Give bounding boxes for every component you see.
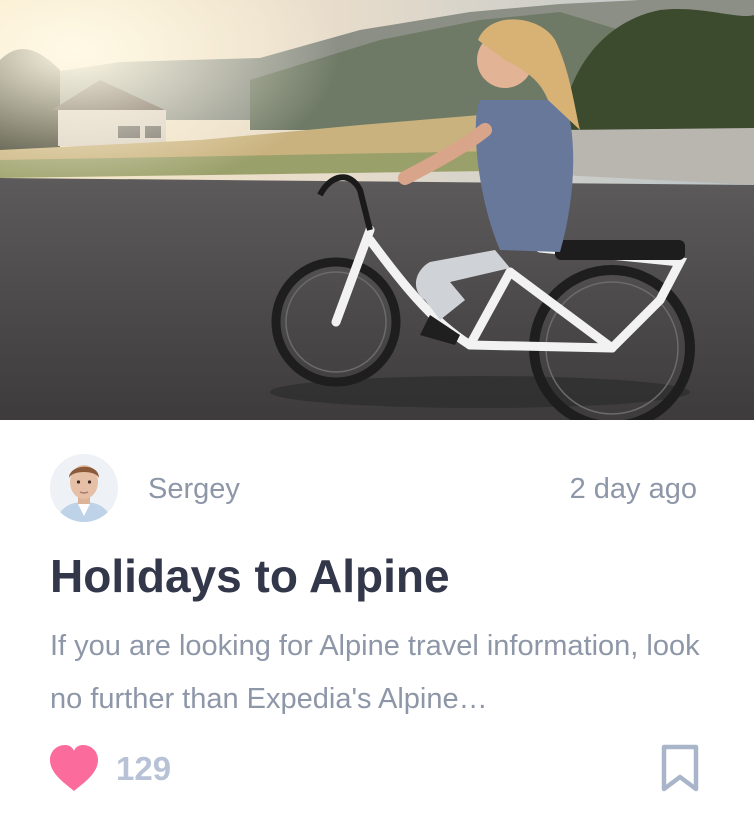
bookmark-icon	[661, 744, 699, 792]
post-card[interactable]: Sergey 2 day ago Holidays to Alpine If y…	[0, 0, 754, 824]
post-excerpt: If you are looking for Alpine travel inf…	[50, 630, 700, 715]
author-name[interactable]: Sergey	[148, 470, 240, 508]
bookmark-button[interactable]	[660, 744, 700, 792]
post-timestamp: 2 day ago	[569, 473, 697, 505]
post-hero-image[interactable]	[0, 0, 754, 420]
author-avatar[interactable]	[50, 454, 118, 522]
heart-icon	[50, 745, 98, 791]
post-title[interactable]: Holidays to Alpine	[50, 548, 450, 604]
like-count: 129	[116, 750, 172, 787]
like-button[interactable]	[48, 744, 100, 794]
